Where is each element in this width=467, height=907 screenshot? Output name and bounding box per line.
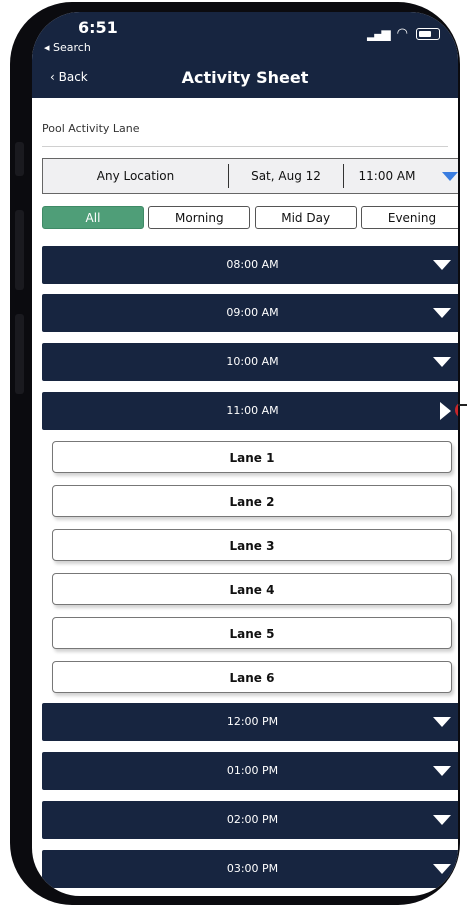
lane-button-4[interactable]: Lane 4 xyxy=(52,573,452,605)
time-slot-label: 12:00 PM xyxy=(226,715,279,728)
time-slot-row[interactable]: 02:00 PM xyxy=(42,801,458,839)
location-selector[interactable]: Any Location xyxy=(43,169,228,183)
lane-button-3[interactable]: Lane 3 xyxy=(52,529,452,561)
signal-icon: ▂▄▆ xyxy=(366,26,391,41)
lane-button-5[interactable]: Lane 5 xyxy=(52,617,452,649)
app-screen: 6:51 ◂ Search ▂▄▆ ◠ ‹ Back Activity Shee… xyxy=(32,12,458,896)
chevron-down-icon[interactable] xyxy=(433,815,451,825)
dropdown-caret-icon[interactable] xyxy=(442,171,458,181)
divider xyxy=(42,146,448,147)
time-slot-label: 01:00 PM xyxy=(226,764,279,777)
lane-button-6[interactable]: Lane 6 xyxy=(52,661,452,693)
time-slot-row[interactable]: 01:00 PM xyxy=(42,752,458,790)
page-title: Activity Sheet xyxy=(181,68,309,87)
lane-button-1[interactable]: Lane 1 xyxy=(52,441,452,473)
section-subtitle: Pool Activity Lane xyxy=(42,122,140,135)
mute-switch xyxy=(15,142,24,176)
chevron-down-icon[interactable] xyxy=(433,766,451,776)
time-slot-row[interactable]: 08:00 AM xyxy=(42,246,458,284)
tab-evening[interactable]: Evening xyxy=(360,206,458,229)
volume-up-button xyxy=(15,210,24,290)
back-to-search-link[interactable]: ◂ Search xyxy=(44,41,91,54)
wifi-icon: ◠ xyxy=(396,26,408,41)
time-slot-label: 02:00 PM xyxy=(226,813,279,826)
chevron-down-icon[interactable] xyxy=(433,260,451,270)
time-slot-label: 09:00 AM xyxy=(226,306,279,319)
volume-down-button xyxy=(15,314,24,394)
chevron-right-icon[interactable] xyxy=(440,402,451,420)
chevron-down-icon[interactable] xyxy=(433,308,451,318)
phone-frame: 6:51 ◂ Search ▂▄▆ ◠ ‹ Back Activity Shee… xyxy=(10,2,460,905)
time-selector[interactable]: 11:00 AM xyxy=(344,169,430,183)
lane-button-2[interactable]: Lane 2 xyxy=(52,485,452,517)
date-selector[interactable]: Sat, Aug 12 xyxy=(229,169,343,183)
tab-mid-day[interactable]: Mid Day xyxy=(254,206,357,229)
tab-all[interactable]: All xyxy=(42,206,144,229)
chevron-down-icon[interactable] xyxy=(433,717,451,727)
battery-icon xyxy=(416,27,440,40)
chevron-down-icon[interactable] xyxy=(433,357,451,367)
chevron-down-icon[interactable] xyxy=(433,864,451,874)
header-bar: 6:51 ◂ Search ▂▄▆ ◠ ‹ Back Activity Shee… xyxy=(32,12,458,98)
status-time: 6:51 xyxy=(78,18,118,37)
filter-bar[interactable]: Any Location Sat, Aug 12 11:00 AM xyxy=(42,158,458,194)
system-icons: ▂▄▆ ◠ xyxy=(367,26,440,41)
period-tabs: All Morning Mid Day Evening xyxy=(42,206,458,229)
annotation-leader-line xyxy=(458,404,467,406)
time-slot-label: 08:00 AM xyxy=(226,258,279,271)
time-slot-row[interactable]: 09:00 AM xyxy=(42,294,458,332)
time-slot-label: 03:00 PM xyxy=(226,862,279,875)
time-slot-row-expanded[interactable]: 11:00 AM xyxy=(42,392,458,430)
time-slot-row[interactable]: 10:00 AM xyxy=(42,343,458,381)
time-slot-label: 10:00 AM xyxy=(226,355,279,368)
time-slot-label: 11:00 AM xyxy=(226,404,279,417)
time-slot-row[interactable]: 12:00 PM xyxy=(42,703,458,741)
tab-morning[interactable]: Morning xyxy=(148,206,251,229)
time-slot-row[interactable]: 03:00 PM xyxy=(42,850,458,888)
